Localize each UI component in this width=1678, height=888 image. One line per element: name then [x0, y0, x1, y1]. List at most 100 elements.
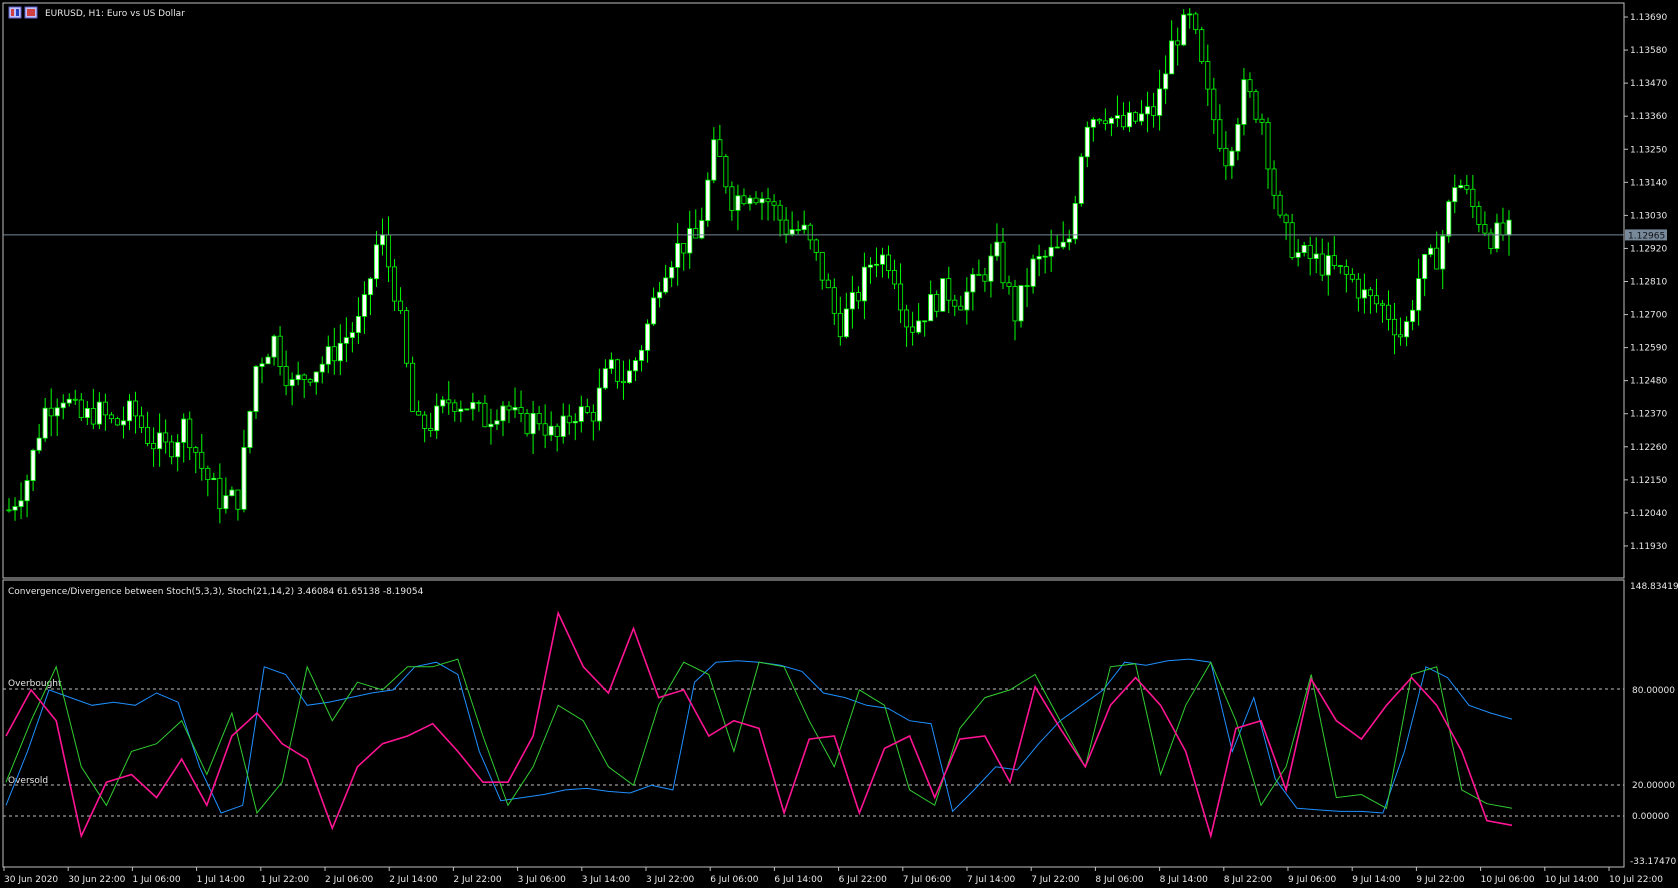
- candle-body: [1416, 278, 1422, 311]
- candle-body: [169, 441, 175, 458]
- candle-body: [807, 224, 813, 241]
- candle-body: [1277, 194, 1283, 216]
- candle-body: [1271, 168, 1277, 196]
- candle-body: [48, 407, 54, 417]
- candle-body: [1319, 253, 1325, 276]
- candle-body: [524, 413, 530, 435]
- candle-body: [18, 500, 24, 507]
- chart-window-icon[interactable]: [8, 6, 38, 19]
- candle-body: [1048, 246, 1054, 257]
- candle-body: [367, 278, 373, 296]
- candle-body: [1211, 88, 1217, 121]
- candle-body: [211, 477, 217, 481]
- candle-body: [446, 399, 452, 404]
- price-tick-label: 1.12700: [1630, 311, 1667, 321]
- candle-body: [620, 380, 626, 384]
- candle-body: [1307, 245, 1313, 259]
- candle-body: [994, 241, 1000, 257]
- candle-body: [277, 335, 283, 367]
- candle-body: [765, 198, 771, 203]
- time-tick-label: 9 Jul 14:00: [1352, 875, 1401, 885]
- candle-body: [1229, 150, 1235, 167]
- candle-body: [1283, 214, 1289, 224]
- candle-body: [1440, 235, 1446, 270]
- candle-body: [1422, 254, 1428, 280]
- candle-body: [819, 252, 825, 281]
- candle-body: [988, 255, 994, 282]
- time-tick-label: 3 Jul 22:00: [646, 875, 695, 885]
- candle-body: [632, 360, 639, 372]
- candle-body: [319, 363, 325, 373]
- candle-body: [96, 401, 102, 425]
- candle-body: [916, 320, 922, 333]
- candle-body: [379, 234, 386, 246]
- candle-body: [759, 198, 765, 204]
- candle-body: [410, 362, 416, 412]
- candle-body: [554, 425, 560, 437]
- candle-body: [90, 408, 96, 425]
- candle-body: [325, 346, 331, 365]
- candle-body: [825, 279, 831, 289]
- candle-body: [392, 266, 398, 302]
- candle-body: [518, 407, 524, 414]
- price-tick-label: 1.12040: [1630, 509, 1667, 519]
- candle-body: [584, 406, 590, 413]
- price-tick-label: 1.12920: [1630, 244, 1667, 254]
- time-tick-label: 3 Jul 06:00: [518, 875, 567, 885]
- candle-body: [771, 201, 777, 206]
- candle-body: [1193, 13, 1199, 31]
- candle-body: [602, 368, 608, 389]
- candle-body: [1223, 147, 1229, 167]
- time-tick-label: 2 Jul 22:00: [453, 875, 502, 885]
- time-tick-label: 7 Jul 14:00: [967, 875, 1016, 885]
- candle-body: [355, 316, 361, 334]
- candle-body: [699, 220, 705, 239]
- candle-body: [1325, 255, 1331, 276]
- candle-body: [1331, 255, 1337, 266]
- time-axis: 30 Jun 2020 30 Jun 22:00 1 Jul 06:00 1 Jul …: [3, 867, 1663, 885]
- candle-body: [1373, 295, 1379, 305]
- indicator-title: Convergence/Divergence between Stoch(5,3…: [8, 587, 424, 597]
- candle-body: [193, 447, 199, 453]
- candle-body: [639, 349, 645, 361]
- candle-body: [301, 374, 307, 380]
- candle-body: [259, 363, 265, 367]
- candle-body: [1470, 188, 1476, 207]
- candle-body: [1090, 119, 1096, 128]
- candle-body: [253, 366, 259, 412]
- candle-body: [126, 400, 133, 422]
- chart-window[interactable]: EURUSD, H1: Euro vs US Dollar Convergenc…: [0, 0, 1678, 888]
- candle-body: [283, 366, 289, 387]
- price-tick-label: 1.12370: [1630, 410, 1667, 420]
- candle-body: [36, 437, 42, 451]
- overbought-label: Overbought: [8, 679, 62, 689]
- candle-body: [687, 228, 693, 254]
- candle-body: [1175, 40, 1181, 46]
- candle-body: [488, 423, 494, 428]
- candle-body: [566, 415, 572, 424]
- candle-body: [946, 278, 952, 301]
- indicator-scale-min: -33.17470: [1630, 857, 1676, 867]
- candle-body: [464, 408, 470, 411]
- candle-body: [181, 418, 187, 443]
- candle-body: [886, 254, 892, 271]
- candle-body: [1500, 222, 1506, 236]
- candle-body: [1132, 112, 1139, 122]
- candle-body: [717, 139, 723, 157]
- candle-body: [1379, 303, 1385, 306]
- indicator-lines-layer: [5, 610, 1513, 840]
- candle-body: [60, 402, 66, 409]
- price-tick-label: 1.12480: [1630, 377, 1667, 387]
- candle-body: [139, 415, 145, 428]
- time-tick-label: 9 Jul 22:00: [1416, 875, 1465, 885]
- candle-body: [1482, 224, 1488, 234]
- candle-body: [416, 410, 422, 416]
- candle-body: [705, 179, 711, 222]
- candle-body: [175, 441, 181, 458]
- candle-body: [910, 326, 916, 333]
- candle-body: [30, 449, 36, 481]
- candle-body: [6, 509, 12, 512]
- price-tick-label: 1.13360: [1630, 112, 1667, 122]
- time-tick-label: 7 Jul 06:00: [903, 875, 952, 885]
- candle-body: [729, 186, 735, 211]
